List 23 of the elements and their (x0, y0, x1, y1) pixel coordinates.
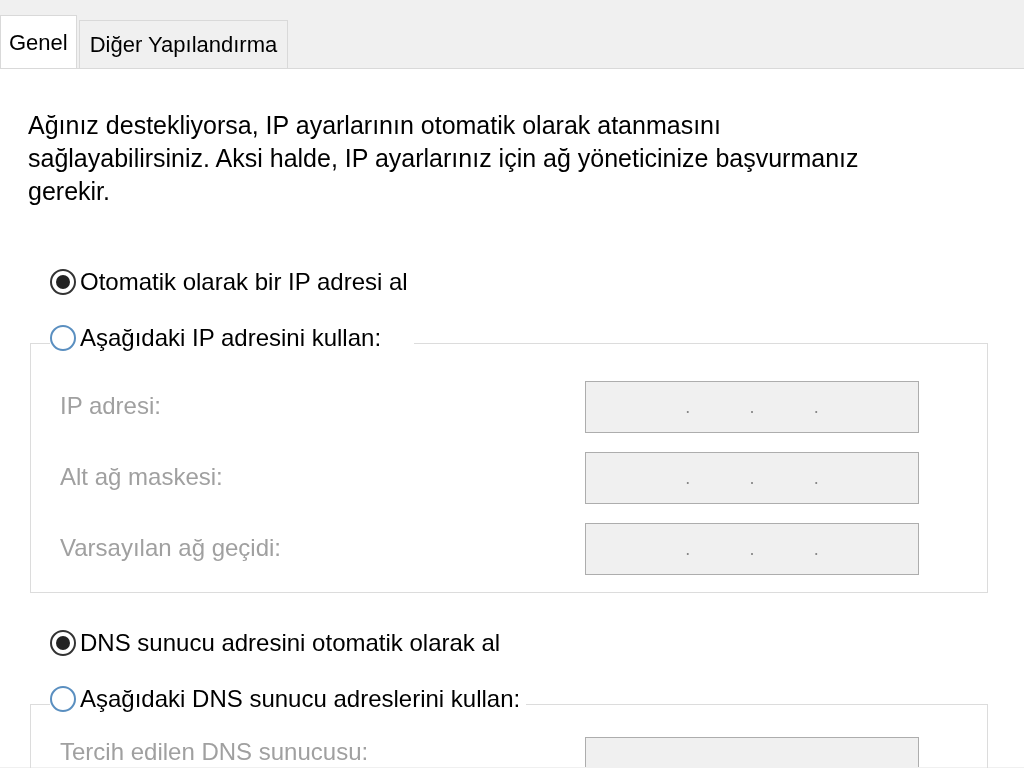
radio-button[interactable] (50, 269, 76, 295)
radio-button[interactable] (50, 630, 76, 656)
octet-separator: . (813, 395, 819, 419)
octet-separator: . (685, 466, 691, 490)
radio-button[interactable] (50, 325, 76, 351)
field-label: Varsayılan ağ geçidi: (60, 533, 282, 563)
radio-option[interactable]: Aşağıdaki IP adresini kullan: (50, 323, 414, 353)
octet-separator: . (813, 466, 819, 490)
radio-button[interactable] (50, 686, 76, 712)
tab[interactable]: Genel (0, 15, 77, 69)
tab[interactable]: Diğer Yapılandırma (78, 20, 289, 68)
field-label: IP adresi: (60, 391, 162, 421)
field-label: Alt ağ maskesi: (60, 462, 224, 492)
octet-separator: . (685, 537, 691, 561)
octet-separator: . (749, 395, 755, 419)
radio-option[interactable]: Aşağıdaki DNS sunucu adreslerini kullan: (50, 684, 527, 714)
octet-separator: . (813, 537, 819, 561)
octet-separator: . (749, 466, 755, 490)
ip-address-field[interactable] (585, 737, 919, 767)
field-label: Tercih edilen DNS sunucusu: (60, 737, 370, 767)
octet-separator: . (749, 537, 755, 561)
octet-separator: . (685, 395, 691, 419)
description-text: Ağınız destekliyorsa, IP ayarlarının otomatik olarak atanmasını sağlayabilirsiniz. Aksi halde, IP ayarlarınız için ağ yöneticinize başvurmanız gerekir. (28, 110, 860, 207)
